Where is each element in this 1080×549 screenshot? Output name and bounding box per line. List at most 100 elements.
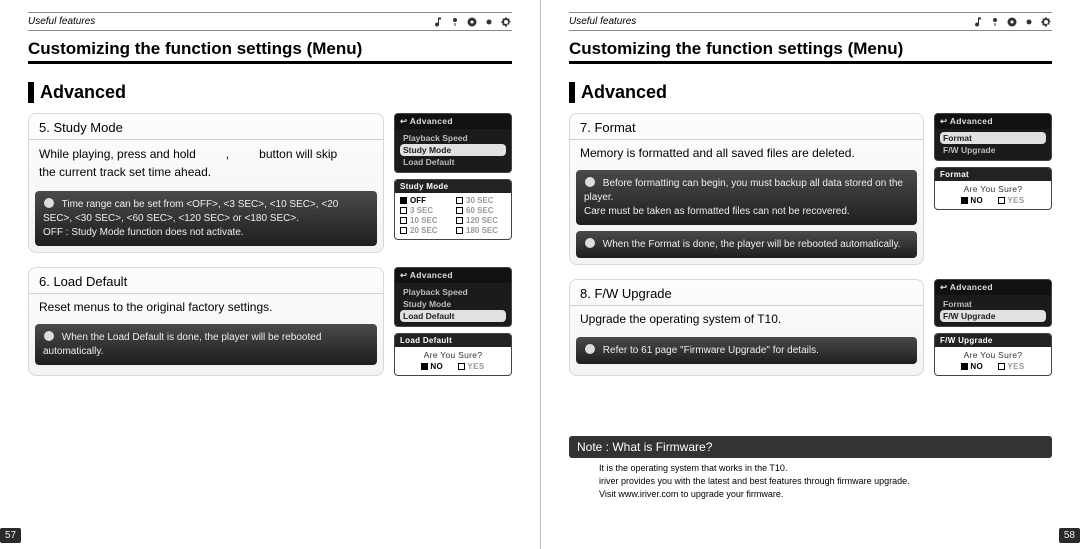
checkbox-icon — [421, 363, 428, 370]
option-no: NO — [970, 196, 983, 205]
lcd-confirm-screen: F/W Upgrade Are You Sure? NO YES — [934, 333, 1052, 376]
header-icons — [972, 16, 1052, 28]
note-line: Visit www.iriver.com to upgrade your fir… — [599, 488, 1044, 501]
card-text: Memory is formatted and all saved files … — [570, 140, 923, 168]
text-fragment: button will skip — [259, 147, 337, 161]
lcd-menu-item: Format — [940, 298, 1046, 310]
firmware-note-heading: Note : What is Firmware? — [569, 436, 1052, 458]
lcd-confirm-options: NO YES — [940, 362, 1046, 371]
lcd-option: 60 SEC — [456, 206, 506, 215]
option-yes: YES — [467, 362, 484, 371]
firmware-note-body: It is the operating system that works in… — [569, 462, 1052, 500]
lcd-confirm-question: Are You Sure? — [400, 350, 506, 360]
lcd-menu-item: Study Mode — [400, 298, 506, 310]
lcd-confirm-title: Format — [935, 168, 1051, 181]
card-load-default: 6. Load Default Reset menus to the origi… — [28, 267, 512, 376]
page-number: 57 — [0, 528, 21, 543]
lcd-option: OFF — [400, 196, 450, 205]
checkbox-icon — [961, 197, 968, 204]
card-note: Time range can be set from <OFF>, <3 SEC… — [35, 191, 377, 246]
lcd-confirm-question: Are You Sure? — [940, 184, 1046, 194]
note-line: iriver provides you with the latest and … — [599, 475, 1044, 488]
page-header: Useful features — [569, 12, 1052, 31]
lcd-menu-list: Playback Speed Study Mode Load Default — [395, 283, 511, 326]
music-note-icon — [432, 16, 444, 28]
lcd-menu-item: Load Default — [400, 156, 506, 168]
lcd-menu-item: F/W Upgrade — [940, 310, 1046, 322]
lcd-menu-screen: ↩ Advanced Playback Speed Study Mode Loa… — [394, 267, 512, 327]
lcd-option: 120 SEC — [456, 216, 506, 225]
lcd-option: 30 SEC — [456, 196, 506, 205]
lcd-option: 3 SEC — [400, 206, 450, 215]
lcd-menu-screen: ↩ Advanced Format F/W Upgrade — [934, 279, 1052, 327]
info-icon — [584, 237, 596, 249]
lcd-menu-item: Playback Speed — [400, 132, 506, 144]
page-58: Useful features Customizing the function… — [540, 0, 1080, 549]
card-title: 7. Format — [570, 114, 923, 140]
page-57: Useful features Customizing the function… — [0, 0, 540, 549]
lcd-confirm-screen: Format Are You Sure? NO YES — [934, 167, 1052, 210]
header-icons — [432, 16, 512, 28]
lcd-options-screen: Study Mode OFF 30 SEC 3 SEC 60 SEC 10 SE… — [394, 179, 512, 240]
note-text: Refer to 61 page "Firmware Upgrade" for … — [603, 345, 819, 356]
card-note: When the Format is done, the player will… — [576, 231, 917, 258]
page-number: 58 — [1059, 528, 1080, 543]
lcd-menu-title: ↩ Advanced — [935, 280, 1051, 295]
lcd-menu-item: Format — [940, 132, 1046, 144]
page-header: Useful features — [28, 12, 512, 31]
lcd-stack: ↩ Advanced Playback Speed Study Mode Loa… — [394, 113, 512, 253]
lcd-confirm-options: NO YES — [400, 362, 506, 371]
checkbox-icon — [458, 363, 465, 370]
gear-icon — [500, 16, 512, 28]
checkbox-icon — [998, 363, 1005, 370]
lcd-confirm-options: NO YES — [940, 196, 1046, 205]
lcd-menu-item: Load Default — [400, 310, 506, 322]
card-note: Before formatting can begin, you must ba… — [576, 170, 917, 225]
lcd-confirm-question: Are You Sure? — [940, 350, 1046, 360]
header-label: Useful features — [569, 16, 636, 27]
card-text: Upgrade the operating system of T10. — [570, 306, 923, 334]
lcd-stack: ↩ Advanced Format F/W Upgrade F/W Upgrad… — [934, 279, 1052, 376]
info-icon — [43, 330, 55, 342]
text-fragment: the current track set time ahead. — [39, 164, 373, 181]
note-text: When the Load Default is done, the playe… — [43, 332, 321, 357]
text-fragment: , — [226, 147, 229, 161]
lcd-menu-item: Study Mode — [400, 144, 506, 156]
brightness-icon — [483, 16, 495, 28]
lcd-confirm-body: Are You Sure? NO YES — [935, 347, 1051, 375]
lcd-options-title: Study Mode — [395, 180, 511, 193]
mic-icon — [449, 16, 461, 28]
lcd-menu-screen: ↩ Advanced Playback Speed Study Mode Loa… — [394, 113, 512, 173]
card-body: 7. Format Memory is formatted and all sa… — [569, 113, 924, 265]
disc-icon — [466, 16, 478, 28]
lcd-menu-item: Playback Speed — [400, 286, 506, 298]
lcd-menu-item: F/W Upgrade — [940, 144, 1046, 156]
card-text: Reset menus to the original factory sett… — [29, 294, 383, 322]
info-icon — [43, 197, 55, 209]
note-line: It is the operating system that works in… — [599, 462, 1044, 475]
lcd-confirm-title: F/W Upgrade — [935, 334, 1051, 347]
lcd-confirm-body: Are You Sure? NO YES — [935, 181, 1051, 209]
page-title: Customizing the function settings (Menu) — [28, 35, 512, 64]
card-format: 7. Format Memory is formatted and all sa… — [569, 113, 1052, 265]
lcd-menu-title: ↩ Advanced — [395, 268, 511, 283]
lcd-confirm-body: Are You Sure? NO YES — [395, 347, 511, 375]
page-title: Customizing the function settings (Menu) — [569, 35, 1052, 64]
lcd-option: 180 SEC — [456, 226, 506, 235]
card-body: 5. Study Mode While playing, press and h… — [28, 113, 384, 253]
card-note: When the Load Default is done, the playe… — [35, 324, 377, 365]
option-no: NO — [430, 362, 443, 371]
lcd-option: 20 SEC — [400, 226, 450, 235]
card-note: Refer to 61 page "Firmware Upgrade" for … — [576, 337, 917, 364]
gear-icon — [1040, 16, 1052, 28]
lcd-menu-screen: ↩ Advanced Format F/W Upgrade — [934, 113, 1052, 161]
lcd-menu-title: ↩ Advanced — [935, 114, 1051, 129]
lcd-options-grid: OFF 30 SEC 3 SEC 60 SEC 10 SEC 120 SEC 2… — [395, 193, 511, 239]
card-title: 8. F/W Upgrade — [570, 280, 923, 306]
lcd-menu-list: Playback Speed Study Mode Load Default — [395, 129, 511, 172]
card-text: While playing, press and hold , button w… — [29, 140, 383, 189]
lcd-confirm-title: Load Default — [395, 334, 511, 347]
card-study-mode: 5. Study Mode While playing, press and h… — [28, 113, 512, 253]
lcd-confirm-screen: Load Default Are You Sure? NO YES — [394, 333, 512, 376]
info-icon — [584, 343, 596, 355]
